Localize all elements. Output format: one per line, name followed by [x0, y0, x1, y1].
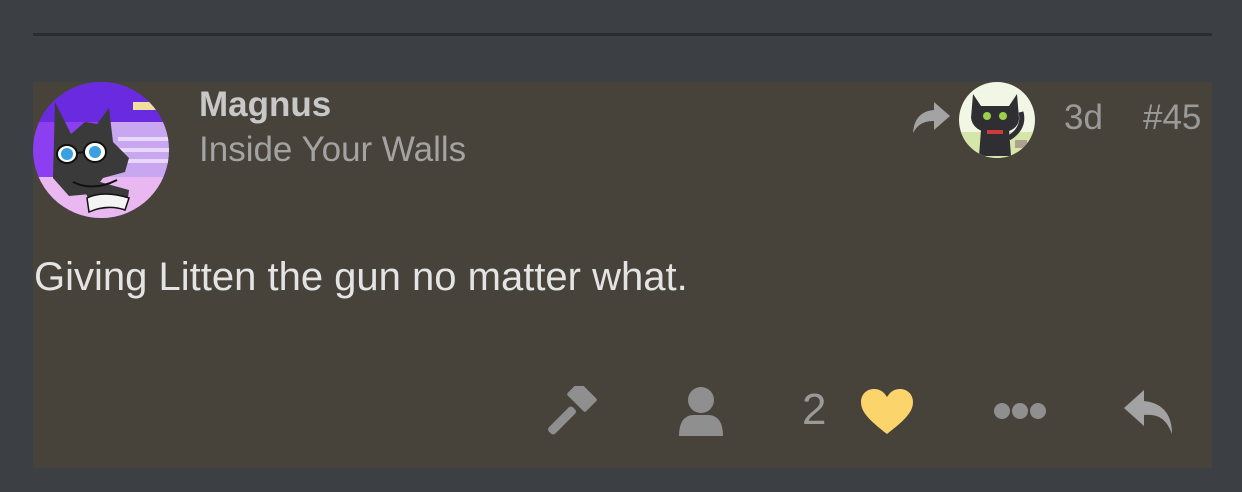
- post-body: Giving Litten the gun no matter what.: [34, 255, 688, 299]
- poster-title: Inside Your Walls: [199, 130, 467, 169]
- post-number[interactable]: #45: [1143, 97, 1201, 139]
- reply-arrow-icon[interactable]: [910, 98, 952, 136]
- post: Magnus Inside Your Walls 3d #45 Giving L…: [33, 82, 1212, 468]
- like-count[interactable]: 2: [802, 384, 826, 436]
- poster-username[interactable]: Magnus: [199, 84, 331, 126]
- gavel-icon[interactable]: [543, 386, 599, 438]
- ellipsis-icon[interactable]: [993, 400, 1047, 422]
- reply-icon[interactable]: [1122, 386, 1176, 438]
- user-icon[interactable]: [677, 386, 725, 438]
- reply-to-avatar[interactable]: [959, 82, 1035, 158]
- topic-divider: [33, 33, 1212, 36]
- heart-icon[interactable]: [859, 388, 915, 436]
- poster-avatar[interactable]: [33, 82, 169, 218]
- post-age[interactable]: 3d: [1064, 97, 1103, 139]
